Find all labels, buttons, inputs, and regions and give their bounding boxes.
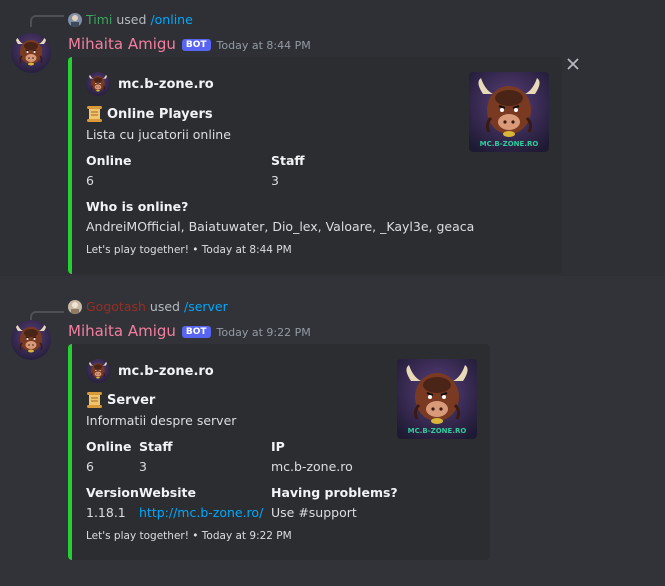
command-reply-context[interactable]: Gogotash used /server — [68, 299, 228, 314]
field-value-who-online: AndreiMOfficial, Baiatuwater, Dio_lex, V… — [86, 219, 475, 234]
author-username[interactable]: Mihaita Amigu — [68, 35, 176, 53]
message-timestamp[interactable]: Today at 9:22 PM — [217, 326, 311, 339]
reply-user-avatar[interactable] — [68, 299, 82, 314]
author-username[interactable]: Mihaita Amigu — [68, 322, 176, 340]
embed-title: Server — [86, 391, 155, 409]
message-timestamp[interactable]: Today at 8:44 PM — [217, 39, 311, 52]
reply-user-avatar[interactable] — [68, 12, 82, 27]
reply-connector — [30, 15, 64, 27]
embed-author: mc.b-zone.ro — [86, 72, 214, 96]
field-value-version: 1.18.1 — [86, 505, 126, 520]
embed-footer: Let's play together! • Today at 8:44 PM — [86, 244, 292, 256]
field-value-help: Use #support — [271, 505, 357, 520]
field-name-staff: Staff — [271, 153, 305, 168]
field-value-staff: 3 — [139, 459, 147, 474]
field-name-online: Online — [86, 153, 132, 168]
field-name-online: Online — [86, 439, 132, 454]
message-header: Mihaita Amigu BOT Today at 8:44 PM — [68, 35, 311, 53]
embed-author-icon — [86, 359, 110, 383]
reply-username[interactable]: Gogotash — [86, 299, 146, 314]
field-name-version: Version — [86, 485, 139, 500]
embed-description: Informatii despre server — [86, 413, 237, 428]
embed-title-text: Server — [107, 392, 156, 408]
embed-author-icon — [86, 72, 110, 96]
thumbnail-logo-text: MC.B-ZONE.RO — [480, 140, 539, 148]
field-name-help: Having problems? — [271, 485, 398, 500]
embed-title: Online Players — [86, 105, 213, 123]
field-name-website: Website — [139, 485, 196, 500]
embed-thumbnail[interactable]: MC.B-ZONE.RO — [469, 72, 549, 152]
embed-title-text: Online Players — [107, 106, 213, 122]
thumbnail-logo-text: MC.B-ZONE.RO — [408, 427, 467, 435]
bot-avatar[interactable] — [11, 320, 51, 360]
message-server: Gogotash used /server Mihaita Amigu BOT … — [0, 296, 665, 586]
embed-footer: Let's play together! • Today at 9:22 PM — [86, 530, 292, 542]
message-header: Mihaita Amigu BOT Today at 9:22 PM — [68, 322, 311, 340]
field-value-ip: mc.b-zone.ro — [271, 459, 353, 474]
field-name-ip: IP — [271, 439, 285, 454]
reply-verb: used — [116, 12, 147, 27]
reply-verb: used — [149, 299, 180, 314]
embed-server-info: mc.b-zone.ro Server Informatii despre se… — [68, 344, 490, 560]
embed-description: Lista cu jucatorii online — [86, 127, 231, 142]
scroll-icon — [86, 105, 103, 123]
reply-command[interactable]: /server — [184, 299, 228, 314]
website-link[interactable]: http://mc.b-zone.ro/ — [139, 505, 263, 520]
scroll-icon — [86, 391, 103, 409]
bot-badge: BOT — [181, 326, 211, 338]
embed-author: mc.b-zone.ro — [86, 359, 214, 383]
close-icon[interactable] — [566, 57, 580, 71]
field-name-staff: Staff — [139, 439, 173, 454]
field-value-online: 6 — [86, 459, 94, 474]
bot-avatar[interactable] — [11, 33, 51, 73]
bot-badge: BOT — [181, 39, 211, 51]
embed-online-players: mc.b-zone.ro Online Players Lista cu juc… — [68, 57, 562, 274]
field-value-staff: 3 — [271, 173, 279, 188]
command-reply-context[interactable]: Timi used /online — [68, 12, 193, 27]
field-name-who-online: Who is online? — [86, 199, 189, 214]
reply-command[interactable]: /online — [150, 12, 192, 27]
embed-author-name: mc.b-zone.ro — [118, 76, 214, 92]
reply-username[interactable]: Timi — [86, 12, 112, 27]
message-online: Timi used /online Mihaita Amigu BOT Toda… — [0, 0, 665, 276]
field-value-online: 6 — [86, 173, 94, 188]
embed-author-name: mc.b-zone.ro — [118, 363, 214, 379]
embed-thumbnail[interactable]: MC.B-ZONE.RO — [397, 359, 477, 439]
